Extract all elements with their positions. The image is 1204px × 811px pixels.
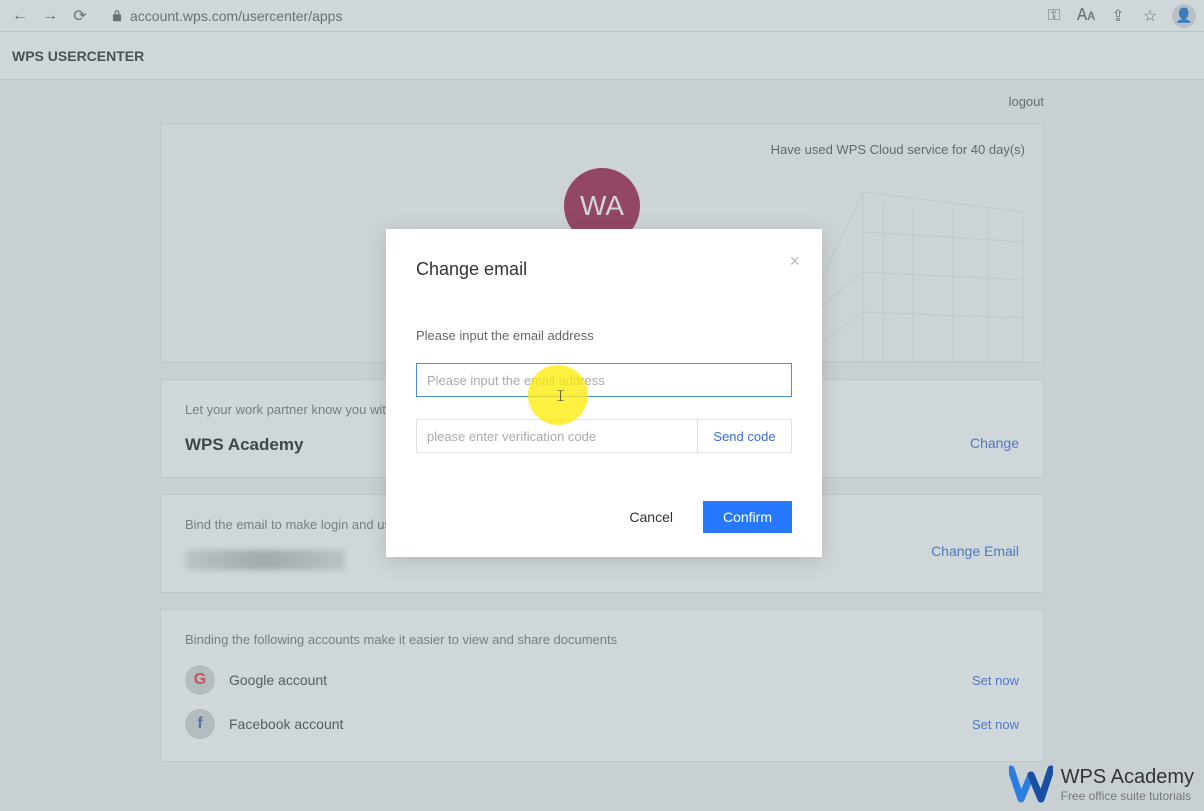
watermark-title: WPS Academy [1061,766,1194,789]
watermark: WPS Academy Free office suite tutorials [1009,765,1194,803]
verification-row: Send code [416,419,792,453]
watermark-subtitle: Free office suite tutorials [1061,789,1194,803]
wps-logo-icon [1009,765,1053,803]
modal-title: Change email [416,259,792,280]
modal-instruction: Please input the email address [416,328,792,343]
send-code-button[interactable]: Send code [697,420,791,452]
cancel-button[interactable]: Cancel [621,501,681,533]
email-input[interactable] [416,363,792,397]
close-icon[interactable]: × [789,251,800,272]
confirm-button[interactable]: Confirm [703,501,792,533]
change-email-modal: × Change email Please input the email ad… [386,229,822,557]
verification-code-input[interactable] [417,420,697,452]
